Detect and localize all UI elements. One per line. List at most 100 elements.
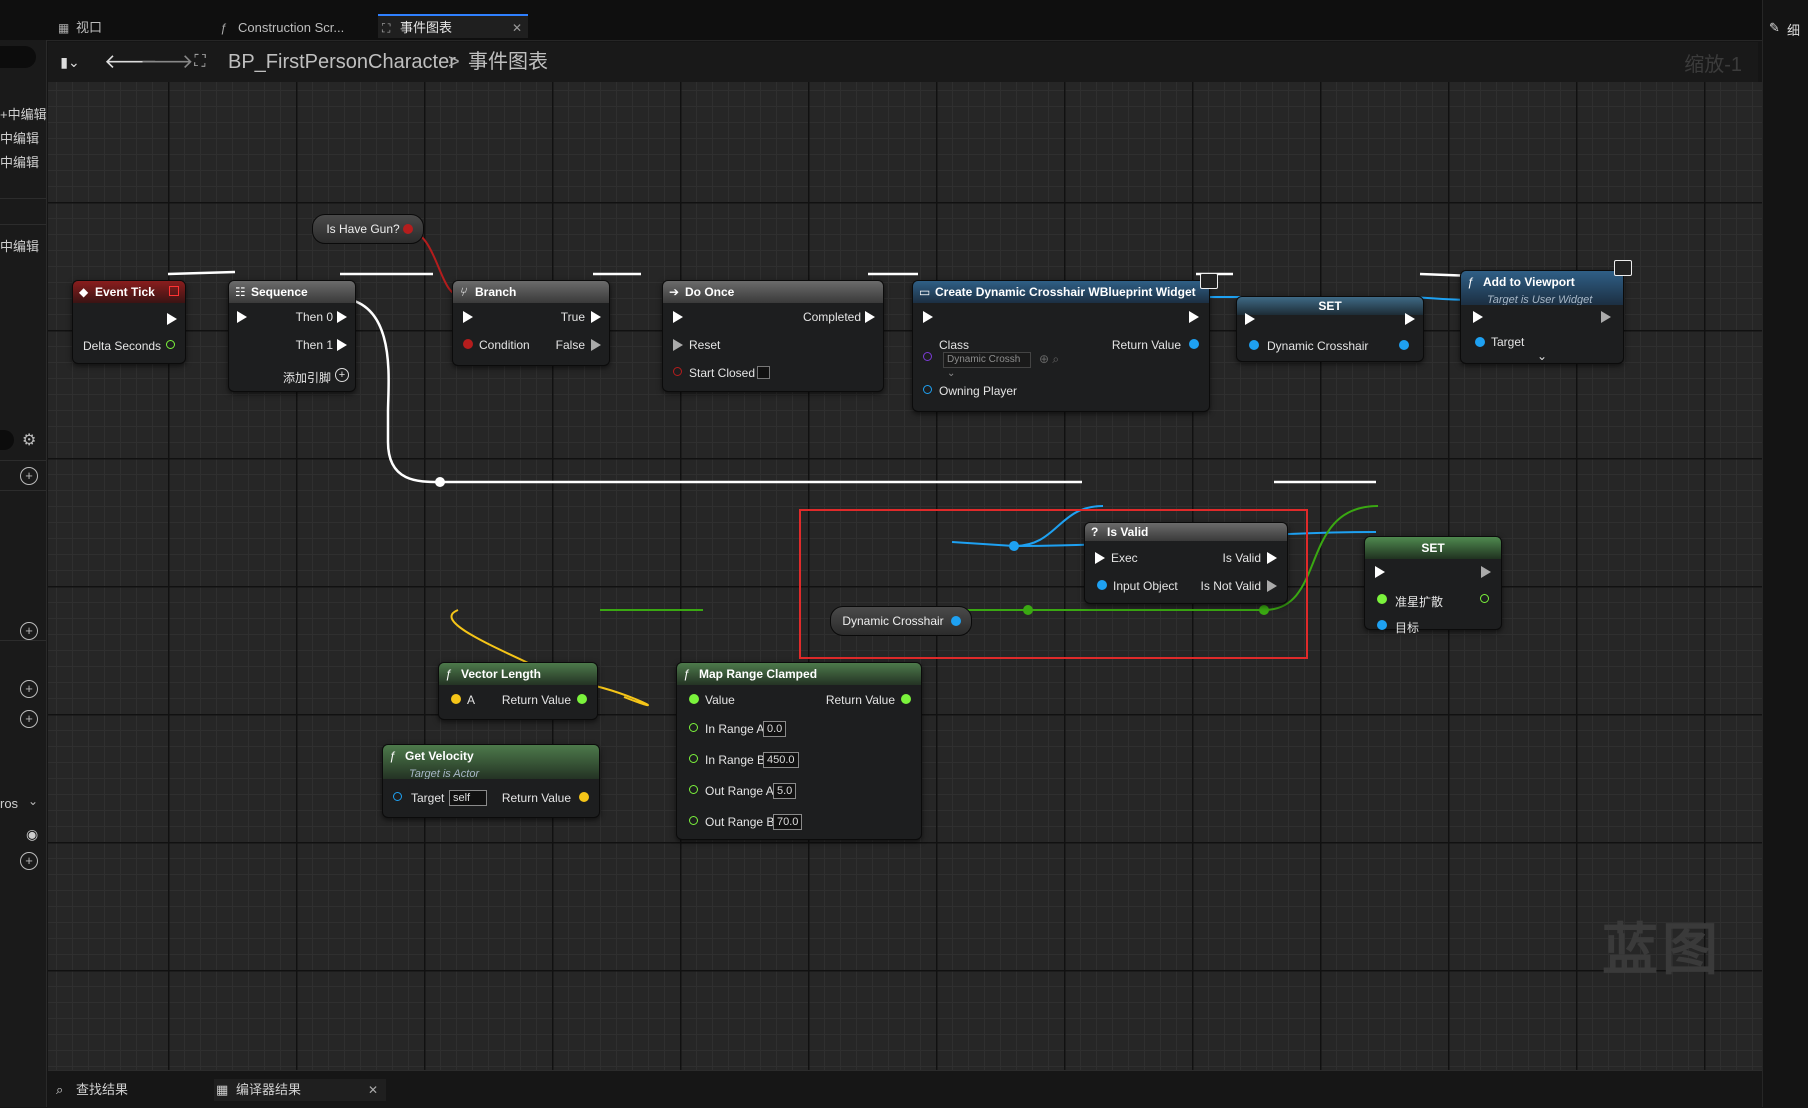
tab-construction-script[interactable]: ƒ Construction Scr... bbox=[216, 16, 376, 40]
exec-in-pin[interactable] bbox=[1375, 566, 1385, 578]
bool-pin[interactable] bbox=[403, 224, 413, 234]
highlight-box bbox=[799, 509, 1308, 659]
exec-in-pin[interactable] bbox=[673, 311, 683, 323]
exec-in-pin[interactable] bbox=[237, 311, 247, 323]
object-pin[interactable] bbox=[1249, 340, 1259, 350]
class-pin[interactable] bbox=[923, 352, 932, 361]
get-velocity-node[interactable]: ƒ Get Velocity Target is Actor Target se… bbox=[382, 744, 600, 818]
float-pin[interactable] bbox=[689, 816, 698, 825]
float-pin[interactable] bbox=[1480, 594, 1489, 603]
in-range-a-field[interactable]: 0.0 bbox=[763, 721, 787, 737]
gear-icon[interactable]: ⚙ bbox=[22, 430, 36, 450]
add-icon[interactable]: + bbox=[20, 680, 38, 698]
object-pin[interactable] bbox=[1475, 337, 1485, 347]
vector-length-node[interactable]: ƒ Vector Length A Return Value bbox=[438, 662, 598, 720]
breadcrumb-blueprint[interactable]: BP_FirstPersonCharacter bbox=[228, 48, 456, 76]
out-range-a-field[interactable]: 5.0 bbox=[773, 783, 797, 799]
search-input[interactable] bbox=[0, 46, 36, 68]
close-icon[interactable]: ✕ bbox=[368, 1079, 378, 1101]
class-dropdown[interactable]: Dynamic Crossh ⌄ bbox=[943, 352, 1031, 379]
tab-viewport[interactable]: ▦ 视口 bbox=[54, 16, 184, 40]
exec-out-pin-unconnected[interactable] bbox=[1481, 566, 1491, 578]
exec-out-pin-unconnected[interactable] bbox=[591, 339, 601, 351]
list-item[interactable]: 中编辑 bbox=[0, 236, 39, 255]
list-item[interactable]: 中编辑 bbox=[0, 152, 39, 171]
pin-label: Target bbox=[411, 791, 445, 805]
map-range-clamped-node[interactable]: ƒ Map Range Clamped Value Return Value I… bbox=[676, 662, 922, 840]
exec-out-pin[interactable] bbox=[865, 311, 875, 323]
eye-icon[interactable]: ◉ bbox=[26, 826, 38, 843]
variable-label: Is Have Gun? bbox=[326, 222, 400, 236]
object-pin[interactable] bbox=[1399, 340, 1409, 350]
edit-icon[interactable]: ✎ bbox=[1769, 20, 1780, 36]
set-dynamic-crosshair-node[interactable]: SET Dynamic Crosshair bbox=[1236, 296, 1424, 362]
exec-out-pin[interactable] bbox=[167, 313, 177, 325]
event-tick-node[interactable]: ◆ Event Tick Delta Seconds bbox=[72, 280, 186, 364]
object-pin[interactable] bbox=[1377, 620, 1387, 630]
exec-out-pin[interactable] bbox=[591, 311, 601, 323]
reroute-node[interactable] bbox=[435, 477, 445, 487]
bool-pin[interactable] bbox=[673, 367, 682, 376]
out-range-b-field[interactable]: 70.0 bbox=[773, 814, 803, 830]
vector-pin[interactable] bbox=[579, 792, 589, 802]
vector-pin[interactable] bbox=[451, 694, 461, 704]
exec-out-pin[interactable] bbox=[337, 311, 347, 323]
exec-in-pin[interactable] bbox=[463, 311, 473, 323]
exec-out-pin-unconnected[interactable] bbox=[1601, 311, 1611, 323]
exec-in-pin[interactable] bbox=[1473, 311, 1483, 323]
create-widget-node[interactable]: ▭ Create Dynamic Crosshair WBlueprint Wi… bbox=[912, 280, 1210, 412]
float-pin[interactable] bbox=[577, 694, 587, 704]
chevron-down-icon[interactable]: ⌄ bbox=[28, 794, 38, 808]
list-item[interactable]: +中编辑 bbox=[0, 104, 46, 123]
delegate-icon[interactable] bbox=[169, 286, 179, 296]
start-closed-checkbox[interactable] bbox=[757, 366, 770, 379]
sequence-node[interactable]: ☷ Sequence Then 0 Then 1 添加引脚 + bbox=[228, 280, 356, 392]
set-crosshair-spread-node[interactable]: SET 准星扩散 目标 bbox=[1364, 536, 1502, 635]
list-item[interactable]: 中编辑 bbox=[0, 128, 39, 147]
breadcrumb-graph[interactable]: 事件图表 bbox=[468, 48, 548, 76]
is-have-gun-getter[interactable]: Is Have Gun? bbox=[312, 214, 424, 244]
add-to-viewport-node[interactable]: ƒ Add to Viewport Target is User Widget … bbox=[1460, 270, 1624, 364]
float-pin[interactable] bbox=[689, 754, 698, 763]
add-pin-label[interactable]: 添加引脚 bbox=[283, 369, 331, 386]
add-icon[interactable]: + bbox=[20, 852, 38, 870]
exec-out-pin[interactable] bbox=[1405, 313, 1415, 325]
tab-find-results[interactable]: ⌕ 查找结果 bbox=[54, 1079, 206, 1101]
details-tab-label[interactable]: 细 bbox=[1787, 20, 1800, 39]
exec-in-pin[interactable] bbox=[923, 311, 933, 323]
object-pin[interactable] bbox=[1189, 339, 1199, 349]
float-pin[interactable] bbox=[689, 694, 699, 704]
target-self-field[interactable]: self bbox=[449, 790, 487, 806]
exec-in-pin[interactable] bbox=[1245, 313, 1255, 325]
add-icon[interactable]: + bbox=[20, 622, 38, 640]
exec-out-pin[interactable] bbox=[1189, 311, 1199, 323]
add-icon[interactable]: + bbox=[335, 368, 349, 382]
branch-node[interactable]: ⑂ Branch True Condition False bbox=[452, 280, 610, 366]
float-pin[interactable] bbox=[689, 785, 698, 794]
toggle[interactable] bbox=[0, 430, 14, 450]
add-icon[interactable]: + bbox=[20, 467, 38, 485]
back-arrow-icon[interactable]: 🡐 bbox=[104, 50, 158, 74]
bookmark-icon[interactable]: ▮⌄ bbox=[56, 50, 84, 74]
tab-event-graph[interactable]: ⛶ 事件图表 ✕ bbox=[378, 14, 528, 38]
add-icon[interactable]: + bbox=[20, 710, 38, 728]
bool-pin[interactable] bbox=[463, 339, 473, 349]
pin-label: Delta Seconds bbox=[83, 339, 162, 353]
object-pin[interactable] bbox=[393, 792, 402, 801]
exec-in-pin-unconnected[interactable] bbox=[673, 339, 683, 351]
exec-out-pin[interactable] bbox=[337, 339, 347, 351]
event-graph-canvas[interactable]: Is Have Gun? ◆ Event Tick Delta Seconds … bbox=[48, 82, 1762, 1070]
browse-icon[interactable]: ⊕ ⌕ bbox=[1039, 352, 1059, 367]
float-pin[interactable] bbox=[1377, 594, 1387, 604]
forward-arrow-icon[interactable]: 🡒 bbox=[140, 50, 194, 74]
close-icon[interactable]: ✕ bbox=[512, 16, 522, 40]
float-pin[interactable] bbox=[689, 723, 698, 732]
tab-compiler-results[interactable]: ▦ 编译器结果 ✕ bbox=[214, 1079, 386, 1101]
in-range-b-field[interactable]: 450.0 bbox=[763, 752, 799, 768]
do-once-node[interactable]: ➔ Do Once Completed Reset Start Closed bbox=[662, 280, 884, 392]
pin-label: True bbox=[560, 310, 585, 324]
object-pin[interactable] bbox=[923, 385, 932, 394]
chevron-down-icon[interactable]: ⌄ bbox=[1537, 349, 1547, 363]
float-pin[interactable] bbox=[166, 340, 175, 349]
float-pin[interactable] bbox=[901, 694, 911, 704]
